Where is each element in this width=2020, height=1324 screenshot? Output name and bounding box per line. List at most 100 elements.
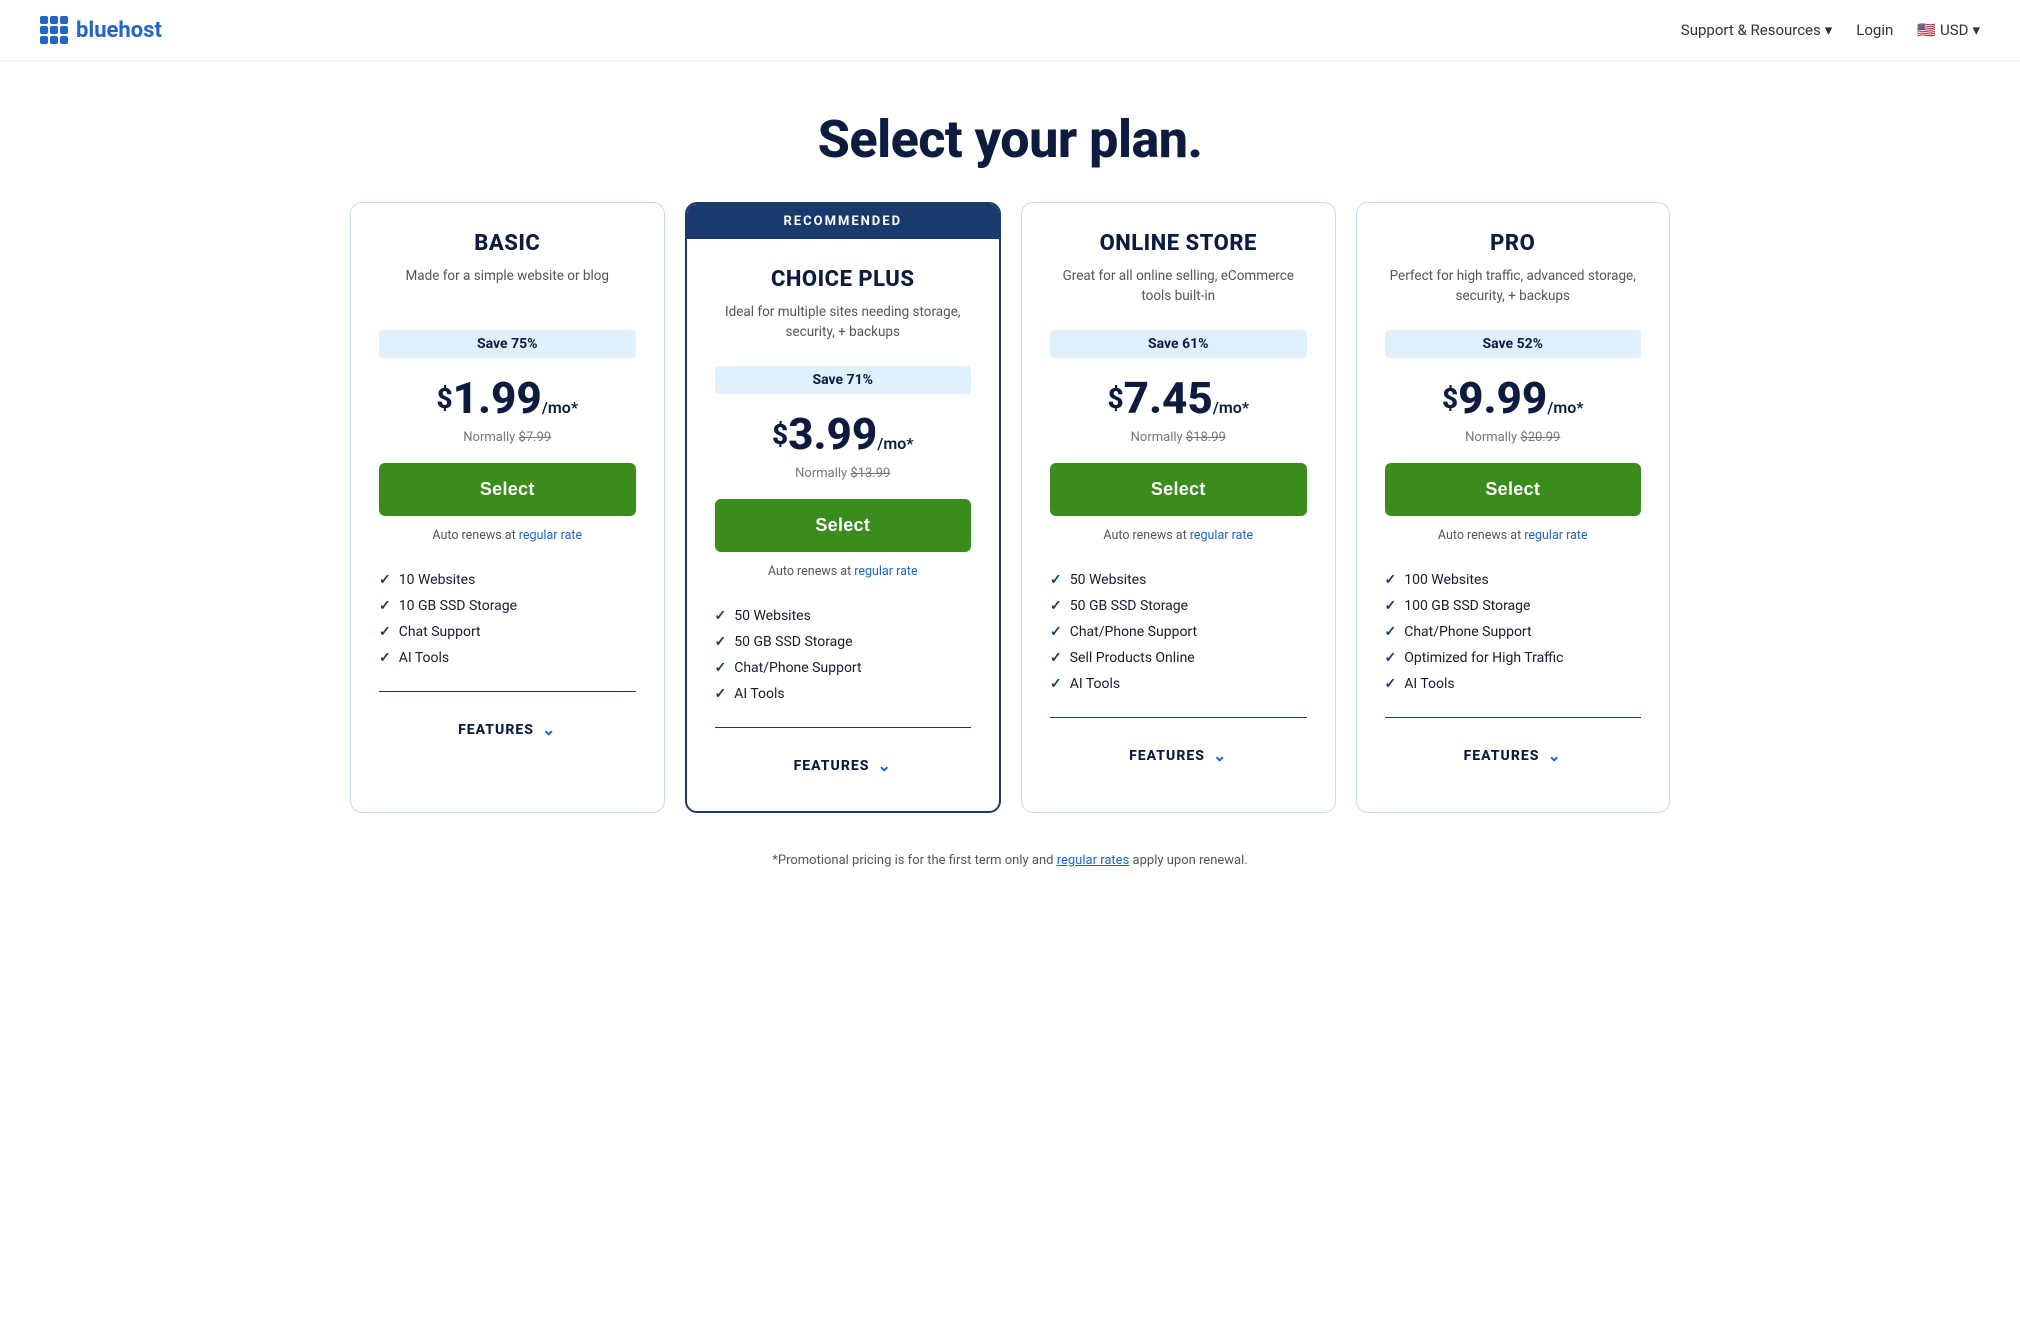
regular-rate-link-online-store[interactable]: regular rate [1190, 528, 1253, 543]
check-icon: ✓ [1050, 598, 1062, 614]
currency-dropdown-arrow: ▾ [1972, 21, 1980, 39]
feature-item: ✓ Chat/Phone Support [715, 655, 972, 681]
plan-body-basic: BASICMade for a simple website or blogSa… [351, 203, 664, 775]
features-toggle-choice-plus[interactable]: FEATURES ⌄ [715, 744, 972, 791]
check-icon: ✓ [1385, 676, 1397, 692]
price-normal-choice-plus: Normally $13.99 [715, 466, 972, 481]
feature-item: ✓ Chat/Phone Support [1385, 619, 1642, 645]
features-divider-online-store [1050, 717, 1307, 718]
chevron-down-icon-pro: ⌄ [1547, 746, 1561, 765]
price-dollar-basic: $ [436, 382, 452, 415]
feature-item: ✓ 50 Websites [715, 603, 972, 629]
check-icon: ✓ [715, 686, 727, 702]
regular-rate-link-choice-plus[interactable]: regular rate [854, 564, 917, 579]
features-toggle-basic[interactable]: FEATURES ⌄ [379, 708, 636, 755]
features-label-online-store: FEATURES [1129, 748, 1205, 764]
features-list-choice-plus: ✓ 50 Websites✓ 50 GB SSD Storage✓ Chat/P… [715, 603, 972, 707]
price-area-basic: $1.99/mo* [379, 372, 636, 424]
logo-area[interactable]: bluehost [40, 16, 162, 44]
price-dollar-choice-plus: $ [772, 418, 788, 451]
check-icon: ✓ [1385, 624, 1397, 640]
check-icon: ✓ [1385, 572, 1397, 588]
auto-renews-pro: Auto renews at regular rate [1385, 528, 1642, 543]
feature-item: ✓ 50 GB SSD Storage [715, 629, 972, 655]
plan-description-choice-plus: Ideal for multiple sites needing storage… [715, 302, 972, 346]
features-list-basic: ✓ 10 Websites✓ 10 GB SSD Storage✓ Chat S… [379, 567, 636, 671]
price-main-pro: $9.99/mo* [1442, 372, 1584, 424]
check-icon: ✓ [379, 572, 391, 588]
select-button-basic[interactable]: Select [379, 463, 636, 516]
feature-item: ✓ AI Tools [1050, 671, 1307, 697]
savings-badge-choice-plus: Save 71% [715, 366, 972, 394]
check-icon: ✓ [715, 634, 727, 650]
plan-name-choice-plus: CHOICE PLUS [715, 267, 972, 292]
select-button-pro[interactable]: Select [1385, 463, 1642, 516]
feature-item: ✓ Chat Support [379, 619, 636, 645]
check-icon: ✓ [1050, 650, 1062, 666]
check-icon: ✓ [1050, 676, 1062, 692]
price-normal-basic: Normally $7.99 [379, 430, 636, 445]
feature-item: ✓ 10 Websites [379, 567, 636, 593]
recommended-badge: RECOMMENDED [687, 204, 1000, 239]
features-toggle-online-store[interactable]: FEATURES ⌄ [1050, 734, 1307, 781]
price-suffix-basic: /mo* [542, 398, 578, 417]
chevron-down-icon-online-store: ⌄ [1213, 746, 1227, 765]
price-dollar-online-store: $ [1107, 382, 1123, 415]
price-suffix-online-store: /mo* [1213, 398, 1249, 417]
footer-note: *Promotional pricing is for the first te… [0, 845, 2020, 900]
plan-card-basic: BASICMade for a simple website or blogSa… [350, 202, 665, 813]
price-main-choice-plus: $3.99/mo* [772, 408, 914, 460]
price-area-choice-plus: $3.99/mo* [715, 408, 972, 460]
features-label-choice-plus: FEATURES [794, 758, 870, 774]
feature-item: ✓ Optimized for High Traffic [1385, 645, 1642, 671]
price-suffix-choice-plus: /mo* [877, 434, 913, 453]
logo-grid-icon [40, 16, 68, 44]
plan-body-online-store: ONLINE STOREGreat for all online selling… [1022, 203, 1335, 801]
features-label-pro: FEATURES [1464, 748, 1540, 764]
site-header: bluehost Support & Resources ▾ Login 🇺🇸 … [0, 0, 2020, 61]
feature-item: ✓ 50 Websites [1050, 567, 1307, 593]
header-nav: Support & Resources ▾ Login 🇺🇸 USD ▾ [1681, 21, 1980, 39]
footer-note-text: *Promotional pricing is for the first te… [772, 853, 1053, 868]
price-area-pro: $9.99/mo* [1385, 372, 1642, 424]
check-icon: ✓ [1050, 572, 1062, 588]
feature-item: ✓ 100 Websites [1385, 567, 1642, 593]
select-button-choice-plus[interactable]: Select [715, 499, 972, 552]
feature-item: ✓ Chat/Phone Support [1050, 619, 1307, 645]
select-button-online-store[interactable]: Select [1050, 463, 1307, 516]
plan-description-pro: Perfect for high traffic, advanced stora… [1385, 266, 1642, 310]
check-icon: ✓ [1385, 650, 1397, 666]
flag-icon: 🇺🇸 [1917, 21, 1936, 39]
feature-item: ✓ 100 GB SSD Storage [1385, 593, 1642, 619]
chevron-down-icon-basic: ⌄ [542, 720, 556, 739]
regular-rate-link-basic[interactable]: regular rate [519, 528, 582, 543]
check-icon: ✓ [379, 650, 391, 666]
footer-note-end: apply upon renewal. [1133, 853, 1248, 868]
plan-name-basic: BASIC [379, 231, 636, 256]
currency-selector[interactable]: 🇺🇸 USD ▾ [1917, 21, 1980, 39]
price-suffix-pro: /mo* [1547, 398, 1583, 417]
footer-regular-rates-link[interactable]: regular rates [1057, 853, 1130, 868]
login-button[interactable]: Login [1856, 21, 1893, 39]
plan-card-pro: PROPerfect for high traffic, advanced st… [1356, 202, 1671, 813]
chevron-down-icon-choice-plus: ⌄ [877, 756, 891, 775]
check-icon: ✓ [1385, 598, 1397, 614]
regular-rate-link-pro[interactable]: regular rate [1524, 528, 1587, 543]
price-dollar-pro: $ [1442, 382, 1458, 415]
feature-item: ✓ 50 GB SSD Storage [1050, 593, 1307, 619]
support-resources-menu[interactable]: Support & Resources ▾ [1681, 21, 1833, 39]
features-toggle-pro[interactable]: FEATURES ⌄ [1385, 734, 1642, 781]
plan-card-online-store: ONLINE STOREGreat for all online selling… [1021, 202, 1336, 813]
price-normal-online-store: Normally $18.99 [1050, 430, 1307, 445]
plan-body-choice-plus: CHOICE PLUS Ideal for multiple sites need… [687, 239, 1000, 811]
features-label-basic: FEATURES [458, 722, 534, 738]
features-list-pro: ✓ 100 Websites✓ 100 GB SSD Storage✓ Chat… [1385, 567, 1642, 697]
check-icon: ✓ [379, 598, 391, 614]
feature-item: ✓ AI Tools [1385, 671, 1642, 697]
features-divider-pro [1385, 717, 1642, 718]
feature-item: ✓ AI Tools [715, 681, 972, 707]
check-icon: ✓ [379, 624, 391, 640]
check-icon: ✓ [715, 660, 727, 676]
page-title: Select your plan. [20, 109, 2000, 170]
savings-badge-basic: Save 75% [379, 330, 636, 358]
